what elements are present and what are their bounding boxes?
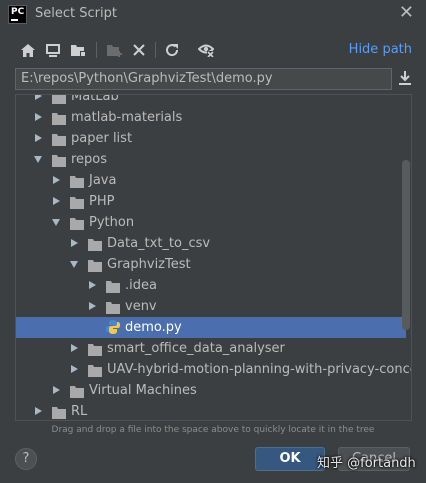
tree-item-label: smart_office_data_analyser — [107, 341, 285, 356]
folder-icon — [88, 237, 102, 251]
expand-arrow-icon[interactable] — [53, 176, 60, 184]
tree-item-label: demo.py — [125, 320, 182, 335]
tree-folder-row[interactable]: Virtual Machines — [16, 380, 406, 401]
ok-button[interactable]: OK — [255, 447, 325, 471]
expand-arrow-icon[interactable] — [53, 386, 60, 394]
folder-icon — [52, 95, 66, 104]
tree-folder-row[interactable]: UAV-hybrid-motion-planning-with-privacy-… — [16, 359, 411, 380]
tree-item-label: Virtual Machines — [89, 383, 197, 398]
tree-folder-row[interactable]: RL — [16, 401, 406, 420]
tree-folder-row[interactable]: smart_office_data_analyser — [16, 338, 406, 359]
tree-folder-row[interactable]: Java — [16, 170, 406, 191]
tree-item-label: PHP — [89, 194, 115, 209]
tree-folder-row[interactable]: Python — [16, 212, 406, 233]
python-file-icon — [106, 320, 120, 334]
collapse-arrow-icon[interactable] — [70, 261, 78, 268]
tree-folder-row[interactable]: MatLab — [16, 94, 406, 107]
file-tree[interactable]: MatLab matlab-materials paper list repos Jav… — [15, 94, 412, 421]
watermark: 知乎 @fortandh — [317, 456, 416, 471]
expand-arrow-icon[interactable] — [71, 239, 78, 247]
pycharm-logo-icon: PC — [8, 5, 27, 24]
folder-icon — [70, 195, 84, 209]
expand-arrow-icon[interactable] — [71, 365, 78, 373]
expand-arrow-icon[interactable] — [89, 302, 96, 310]
close-icon[interactable]: ✕ — [399, 3, 414, 23]
delete-icon[interactable] — [129, 40, 149, 60]
expand-arrow-icon[interactable] — [35, 113, 42, 121]
tree-item-label: .idea — [125, 278, 157, 293]
tree-item-label: repos — [71, 152, 108, 167]
tree-folder-row[interactable]: matlab-materials — [16, 107, 406, 128]
tree-folder-row[interactable]: repos — [16, 149, 406, 170]
tree-item-label: RL — [71, 404, 88, 419]
help-button[interactable]: ? — [15, 448, 37, 470]
expand-arrow-icon[interactable] — [53, 197, 60, 205]
hide-path-link[interactable]: Hide path — [349, 42, 412, 57]
folder-icon — [52, 153, 66, 167]
expand-arrow-icon[interactable] — [35, 95, 42, 100]
tree-item-label: Python — [89, 215, 135, 230]
folder-icon — [106, 279, 120, 293]
title-bar: PC Select Script ✕ — [0, 0, 426, 30]
expand-arrow-icon[interactable] — [71, 344, 78, 352]
show-hidden-icon[interactable] — [196, 40, 216, 60]
folder-icon — [70, 174, 84, 188]
folder-icon — [88, 258, 102, 272]
tree-item-label: Data_txt_to_csv — [107, 236, 211, 251]
folder-icon — [70, 384, 84, 398]
tree-folder-row[interactable]: Data_txt_to_csv — [16, 233, 406, 254]
tree-item-label: Java — [89, 173, 117, 188]
path-input[interactable]: E:\repos\Python\GraphvizTest\demo.py — [15, 68, 392, 90]
download-icon[interactable] — [398, 70, 414, 88]
expand-arrow-icon[interactable] — [89, 281, 96, 289]
folder-icon — [88, 363, 102, 377]
tree-folder-row[interactable]: venv — [16, 296, 406, 317]
tree-scrollbar[interactable] — [402, 160, 410, 330]
tree-item-label: venv — [125, 299, 157, 314]
window-title: Select Script — [35, 6, 117, 21]
drag-drop-hint: Drag and drop a file into the space abov… — [51, 425, 375, 435]
tree-item-label: MatLab — [71, 94, 119, 104]
expand-arrow-icon[interactable] — [35, 134, 42, 142]
tree-item-label: UAV-hybrid-motion-planning-with-privacy-… — [107, 362, 412, 377]
project-icon[interactable] — [68, 40, 88, 60]
home-icon[interactable] — [18, 40, 38, 60]
desktop-icon[interactable] — [43, 40, 63, 60]
tree-item-label: paper list — [71, 131, 133, 146]
folder-icon — [70, 216, 84, 230]
new-folder-icon[interactable] — [104, 40, 124, 60]
folder-icon — [52, 132, 66, 146]
toolbar-separator — [96, 42, 97, 58]
tree-folder-row[interactable]: PHP — [16, 191, 406, 212]
tree-folder-row[interactable]: GraphvizTest — [16, 254, 406, 275]
folder-icon — [52, 111, 66, 125]
collapse-arrow-icon[interactable] — [34, 156, 42, 163]
tree-item-label: GraphvizTest — [107, 257, 191, 272]
collapse-arrow-icon[interactable] — [52, 219, 60, 226]
folder-icon — [106, 300, 120, 314]
expand-arrow-icon[interactable] — [35, 407, 42, 415]
tree-file-row[interactable]: demo.py — [16, 317, 406, 338]
tree-folder-row[interactable]: paper list — [16, 128, 406, 149]
refresh-icon[interactable] — [162, 40, 182, 60]
tree-item-label: matlab-materials — [71, 110, 183, 125]
toolbar-separator — [155, 42, 156, 58]
tree-folder-row[interactable]: .idea — [16, 275, 406, 296]
folder-icon — [88, 342, 102, 356]
folder-icon — [52, 405, 66, 419]
